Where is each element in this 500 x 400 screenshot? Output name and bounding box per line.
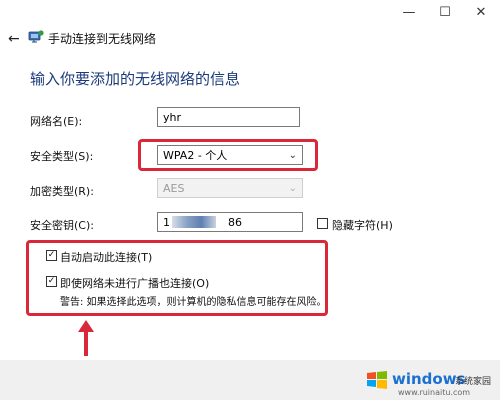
maximize-icon: ☐ (439, 4, 451, 20)
network-icon (28, 30, 44, 43)
network-name-input[interactable]: yhr (157, 107, 300, 127)
checkmark-icon: ✓ (47, 250, 56, 260)
connect-hidden-checkbox[interactable]: ✓ (46, 276, 57, 287)
window-title: 手动连接到无线网络 (48, 32, 157, 46)
minimize-icon: — (402, 4, 416, 20)
connect-hidden-label: 即使网络未进行广播也连接(O) (60, 277, 210, 290)
watermark-url: www.ruinaitu.com (398, 388, 471, 397)
security-key-suffix: 86 (228, 215, 242, 229)
security-type-label: 安全类型(S): (30, 150, 94, 163)
chevron-down-icon: ⌄ (288, 182, 297, 194)
security-type-select[interactable]: WPA2 - 个人 ⌄ (157, 145, 303, 165)
auto-connect-label: 自动启动此连接(T) (60, 251, 153, 264)
arrow-up-icon (78, 320, 94, 356)
warning-text: 警告: 如果选择此选项，则计算机的隐私信息可能存在风险。 (60, 297, 327, 308)
checkmark-icon: ✓ (47, 276, 56, 286)
hide-chars-label: 隐藏字符(H) (332, 219, 393, 232)
windows-logo-icon (367, 371, 387, 389)
network-name-value: yhr (163, 110, 182, 124)
key-blur-mask (172, 216, 216, 228)
close-icon: ✕ (475, 4, 487, 20)
security-key-prefix: 1 (163, 215, 170, 229)
maximize-button[interactable]: ☐ (428, 0, 462, 24)
network-name-label: 网络名(E): (30, 115, 83, 128)
auto-connect-checkbox[interactable]: ✓ (46, 250, 57, 261)
security-type-value: WPA2 - 个人 (163, 149, 228, 162)
security-key-label: 安全密钥(C): (30, 219, 94, 232)
encryption-type-value: AES (163, 181, 185, 195)
back-arrow-icon[interactable]: ← (8, 31, 20, 47)
minimize-button[interactable]: — (392, 0, 426, 24)
page-heading: 输入你要添加的无线网络的信息 (30, 70, 241, 88)
watermark-suffix: 系统家园 (455, 377, 492, 387)
chevron-down-icon: ⌄ (288, 149, 297, 161)
hide-chars-checkbox[interactable] (317, 218, 328, 229)
encryption-type-label: 加密类型(R): (30, 185, 94, 198)
encryption-type-select: AES ⌄ (157, 178, 303, 198)
close-button[interactable]: ✕ (464, 0, 498, 24)
